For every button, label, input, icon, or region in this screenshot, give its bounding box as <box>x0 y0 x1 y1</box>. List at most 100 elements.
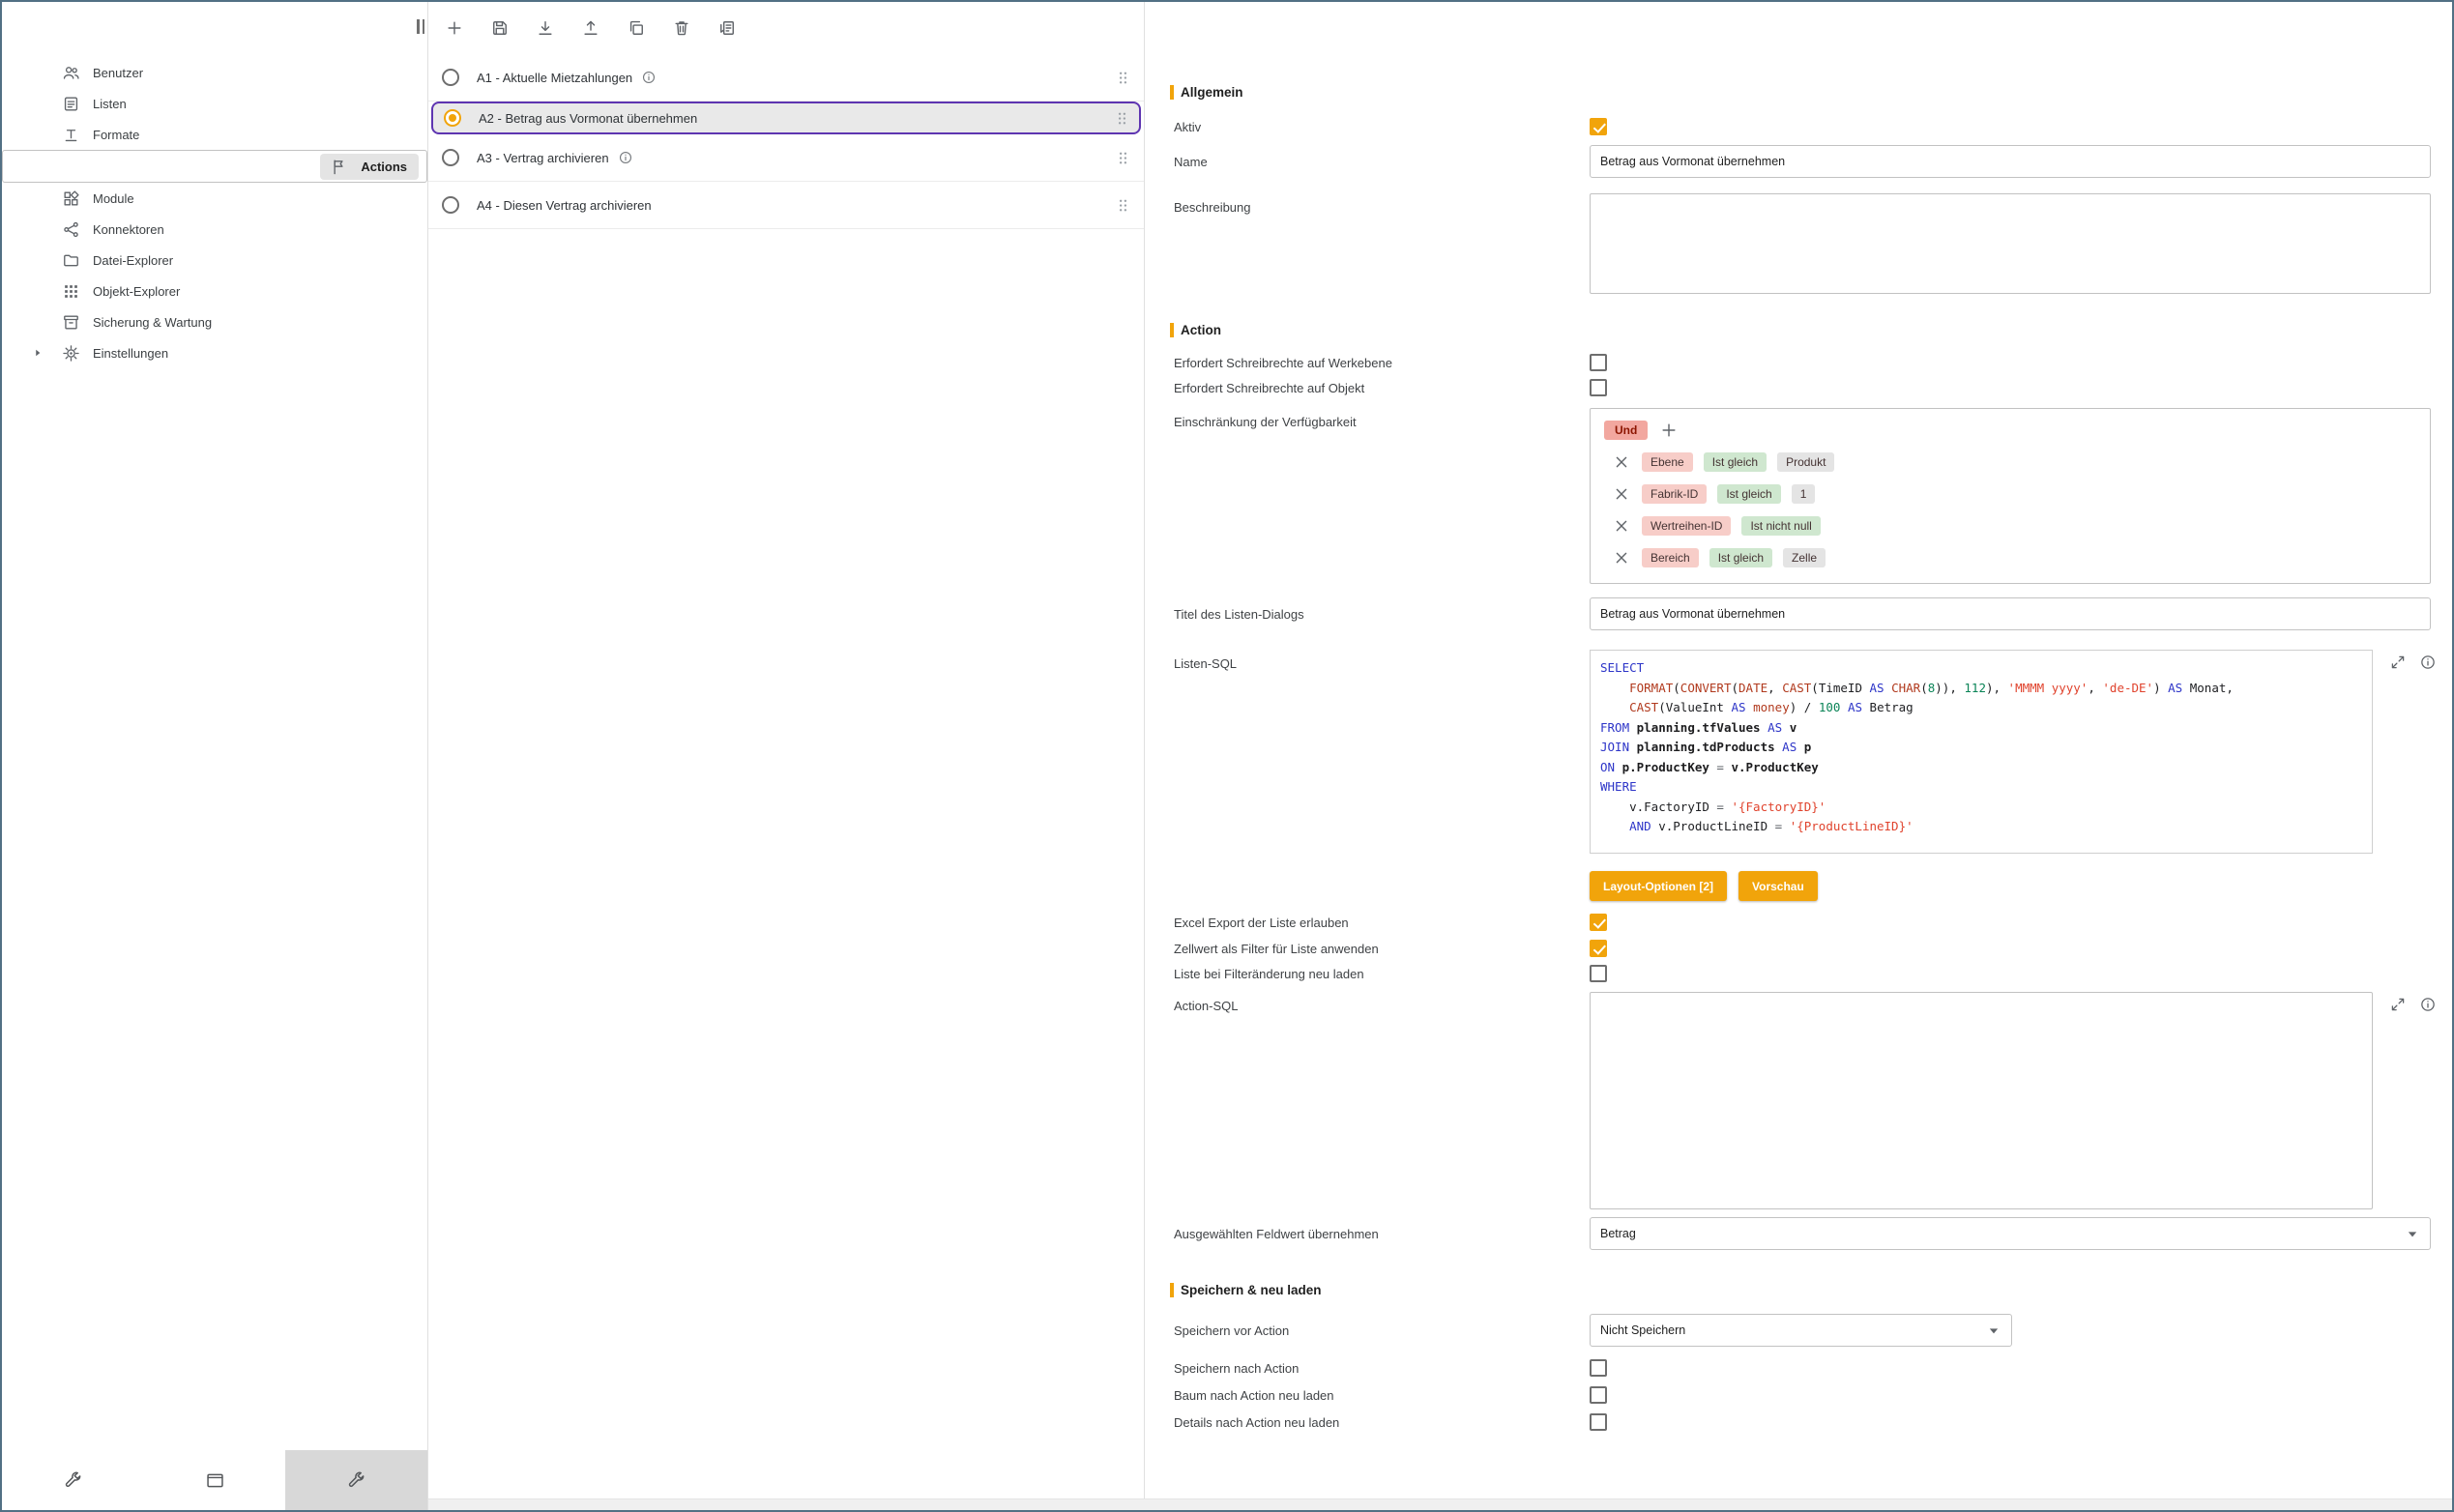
action-list-item-a3[interactable]: A3 - Vertrag archivieren <box>428 134 1144 182</box>
field-label: Beschreibung <box>1174 193 1590 215</box>
upload-button[interactable] <box>572 10 609 46</box>
info-icon[interactable] <box>618 150 633 165</box>
sidebar-item-label: Datei-Explorer <box>93 253 173 268</box>
window-view-button[interactable] <box>144 1450 286 1510</box>
listen-sql-actions <box>2389 650 2437 671</box>
condition-operator-chip[interactable]: Ist gleich <box>1717 484 1780 504</box>
sidebar-item-actions[interactable]: Actions <box>2 150 427 183</box>
remove-condition-icon[interactable] <box>1612 452 1631 472</box>
condition-field-chip[interactable]: Bereich <box>1642 548 1699 567</box>
action-sql-info-icon[interactable] <box>2419 996 2437 1013</box>
sidebar-item-datei-explorer[interactable]: Datei-Explorer <box>2 245 427 276</box>
layout-options-button[interactable]: Layout-Optionen [2] <box>1590 871 1727 901</box>
list-copy-button[interactable] <box>709 10 745 46</box>
remove-condition-icon[interactable] <box>1612 484 1631 504</box>
expand-slot <box>31 64 52 81</box>
field-value-select[interactable]: Betrag <box>1590 1217 2431 1250</box>
section-accent-bar <box>1170 323 1174 337</box>
modules-icon <box>62 189 80 208</box>
root-operator-chip[interactable]: Und <box>1604 421 1648 440</box>
remove-condition-icon[interactable] <box>1612 516 1631 536</box>
field-label: Zellwert als Filter für Liste anwenden <box>1174 942 1590 956</box>
sidebar-item-sicherung-wartung[interactable]: Sicherung & Wartung <box>2 306 427 337</box>
sidebar-item-pill: Module <box>52 186 146 212</box>
sidebar-item-einstellungen[interactable]: Einstellungen <box>2 337 427 368</box>
listen-sql-editor[interactable]: SELECT FORMAT(CONVERT(DATE, CAST(TimeID … <box>1590 650 2373 854</box>
save-after-checkbox[interactable] <box>1590 1359 1607 1377</box>
drag-handle[interactable] <box>1114 149 1132 167</box>
field-label: Details nach Action neu laden <box>1174 1415 1590 1430</box>
info-icon[interactable] <box>641 70 657 85</box>
horizontal-scrollbar[interactable] <box>428 1498 2452 1510</box>
condition-operator-chip[interactable]: Ist gleich <box>1704 452 1767 472</box>
beschreibung-textarea[interactable] <box>1590 193 2431 294</box>
drag-handle[interactable] <box>1114 69 1132 87</box>
condition-value-chip[interactable]: Zelle <box>1783 548 1826 567</box>
drag-handle[interactable] <box>1114 196 1132 215</box>
tools-view-button[interactable] <box>2 1450 144 1510</box>
sidebar-item-formate[interactable]: Formate <box>2 119 427 150</box>
copy-button[interactable] <box>618 10 655 46</box>
backup-icon <box>62 313 80 332</box>
sidebar-item-objekt-explorer[interactable]: Objekt-Explorer <box>2 276 427 306</box>
section-accent-bar <box>1170 85 1174 100</box>
dialog-title-input[interactable] <box>1590 597 2431 630</box>
sql-line: SELECT <box>1600 658 2372 679</box>
expand-caret-icon[interactable] <box>31 346 44 360</box>
form-row-excel-export: Excel Export der Liste erlauben <box>1145 914 2452 931</box>
condition-operator-chip[interactable]: Ist nicht null <box>1741 516 1820 536</box>
write-level-checkbox[interactable] <box>1590 354 1607 371</box>
add-condition-icon[interactable] <box>1659 421 1679 440</box>
drag-handle[interactable] <box>1113 109 1131 128</box>
condition-field-chip[interactable]: Ebene <box>1642 452 1693 472</box>
reload-on-filter-checkbox[interactable] <box>1590 965 1607 982</box>
section-title: Speichern & neu laden <box>1181 1283 1322 1297</box>
admin-view-button[interactable] <box>285 1450 427 1510</box>
preview-button[interactable]: Vorschau <box>1738 871 1818 901</box>
listen-sql-expand-icon[interactable] <box>2389 654 2407 671</box>
action-list-item-a2[interactable]: A2 - Betrag aus Vormonat übernehmen <box>431 102 1141 134</box>
aktiv-checkbox[interactable] <box>1590 118 1607 135</box>
cell-filter-checkbox[interactable] <box>1590 940 1607 957</box>
remove-condition-icon[interactable] <box>1612 548 1631 567</box>
condition-operator-chip[interactable]: Ist gleich <box>1709 548 1772 567</box>
excel-export-checkbox[interactable] <box>1590 914 1607 931</box>
action-sql-expand-icon[interactable] <box>2389 996 2407 1013</box>
details-reload-checkbox[interactable] <box>1590 1413 1607 1431</box>
condition-field-chip[interactable]: Fabrik-ID <box>1642 484 1707 504</box>
action-list-item-a4[interactable]: A4 - Diesen Vertrag archivieren <box>428 182 1144 229</box>
sql-line: WHERE <box>1600 777 2372 798</box>
save-before-select[interactable]: Nicht Speichern <box>1590 1314 2012 1347</box>
sidebar-item-pill: Listen <box>52 91 138 117</box>
write-object-checkbox[interactable] <box>1590 379 1607 396</box>
form-row-write-level: Erfordert Schreibrechte auf Werkebene <box>1145 354 2452 371</box>
field-label: Baum nach Action neu laden <box>1174 1388 1590 1403</box>
save-button[interactable] <box>482 10 518 46</box>
form-row-listen-sql: Listen-SQL SELECT FORMAT(CONVERT(DATE, C… <box>1145 650 2452 854</box>
radio-button[interactable] <box>442 69 459 86</box>
add-action-button[interactable] <box>436 10 473 46</box>
action-list-item-a1[interactable]: A1 - Aktuelle Mietzahlungen <box>428 54 1144 102</box>
action-item-label: A2 - Betrag aus Vormonat übernehmen <box>479 111 697 126</box>
action-sql-textarea[interactable] <box>1590 992 2373 1209</box>
download-icon <box>536 18 555 38</box>
radio-button[interactable] <box>442 149 459 166</box>
sidebar-item-konnektoren[interactable]: Konnektoren <box>2 214 427 245</box>
panel-splitter-handle[interactable] <box>417 19 424 34</box>
condition-value-chip[interactable]: Produkt <box>1777 452 1834 472</box>
name-input[interactable] <box>1590 145 2431 178</box>
sidebar-item-benutzer[interactable]: Benutzer <box>2 57 427 88</box>
radio-button[interactable] <box>442 196 459 214</box>
section-header-speichern: Speichern & neu laden <box>1145 1281 2452 1298</box>
tree-reload-checkbox[interactable] <box>1590 1386 1607 1404</box>
condition-value-chip[interactable]: 1 <box>1792 484 1816 504</box>
listen-sql-info-icon[interactable] <box>2419 654 2437 671</box>
download-button[interactable] <box>527 10 564 46</box>
delete-button[interactable] <box>663 10 700 46</box>
sidebar-item-pill: Einstellungen <box>52 340 180 366</box>
sidebar: Benutzer ListenFormateActions ModuleKonnek… <box>2 2 428 1510</box>
sidebar-item-module[interactable]: Module <box>2 183 427 214</box>
condition-field-chip[interactable]: Wertreihen-ID <box>1642 516 1731 536</box>
sidebar-item-listen[interactable]: Listen <box>2 88 427 119</box>
radio-button[interactable] <box>444 109 461 127</box>
